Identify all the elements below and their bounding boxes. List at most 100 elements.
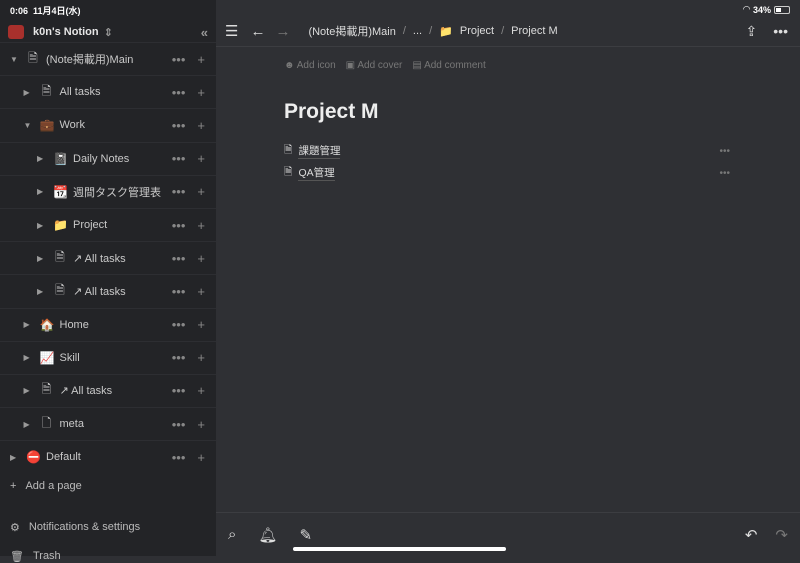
more-icon[interactable]: ••• [172, 251, 186, 266]
notebook-icon: 📓 [53, 151, 68, 166]
more-icon[interactable]: ••• [172, 151, 186, 166]
plus-icon[interactable]: + [197, 184, 205, 199]
toggle-arrow-icon[interactable]: ▶ [10, 453, 20, 462]
sidebar-item-label: ↗ All tasks [59, 385, 113, 398]
sidebar-item[interactable]: ▶ 📁 Project ••• + [0, 207, 216, 241]
chevron-updown-icon: ⇕ [103, 26, 113, 39]
sidebar-item-label: meta [59, 418, 84, 431]
sidebar-item[interactable]: ▶ 🏠 Home ••• + [0, 307, 216, 341]
more-icon[interactable]: ••• [172, 450, 186, 465]
toggle-arrow-icon[interactable]: ▶ [37, 154, 47, 163]
sidebar-item-label: All tasks [59, 86, 101, 99]
top-bar: ☰ ← → (Note掲載用)Main / ... / 📁 Project / Proj… [216, 16, 800, 47]
breadcrumb-ellipsis[interactable]: ... [413, 25, 422, 37]
more-icon[interactable]: ••• [172, 383, 186, 398]
search-icon[interactable]: ⌕ [228, 526, 236, 544]
more-icon[interactable]: ••• [719, 146, 730, 157]
compose-icon[interactable]: ✎ [299, 526, 312, 544]
folder-icon: 📁 [53, 218, 68, 233]
undo-icon[interactable]: ↶ [745, 526, 758, 544]
sidebar-item[interactable]: ▶ 🗎 All tasks ••• + [0, 75, 216, 108]
more-icon[interactable]: ••• [172, 417, 186, 432]
breadcrumb-main[interactable]: (Note掲載用)Main [308, 23, 395, 39]
sidebar-item[interactable]: ▶ ⛔ Default ••• + [0, 440, 216, 473]
plus-icon[interactable]: + [197, 383, 205, 398]
back-icon[interactable]: ← [250, 23, 265, 40]
plus-icon[interactable]: + [197, 85, 205, 100]
more-icon[interactable]: ••• [172, 350, 186, 365]
add-icon-label: Add icon [296, 60, 336, 71]
breadcrumb-current[interactable]: Project M [511, 25, 557, 37]
briefcase-icon: 💼 [39, 118, 55, 133]
plus-icon[interactable]: + [197, 417, 205, 432]
plus-icon[interactable]: + [197, 218, 205, 233]
toggle-arrow-icon[interactable]: ▶ [24, 386, 34, 395]
more-icon[interactable]: ••• [172, 85, 186, 100]
workspace-switcher[interactable]: k0n's Notion ⇕ « [8, 22, 208, 42]
subpage-link[interactable]: 🗎 課題管理 ••• [284, 140, 734, 162]
forward-icon[interactable]: → [275, 23, 290, 40]
more-icon[interactable]: ••• [719, 168, 730, 179]
toggle-arrow-icon[interactable]: ▶ [37, 287, 47, 296]
plus-icon[interactable]: + [197, 251, 205, 266]
breadcrumb-project[interactable]: Project [460, 25, 494, 37]
workspace-name: k0n's Notion [33, 26, 99, 38]
sidebar-item[interactable]: ▼ 🗎 (Note掲載用)Main ••• + [0, 42, 216, 75]
sidebar-item-label: ↗ All tasks [73, 252, 126, 265]
add-comment-label: Add comment [424, 60, 486, 71]
sidebar-item[interactable]: ▶ 🗎 ↗ All tasks ••• + [0, 274, 216, 307]
toggle-arrow-icon[interactable]: ▼ [10, 55, 20, 64]
more-icon[interactable]: ••• [172, 218, 186, 233]
page-title[interactable]: Project M [284, 100, 734, 124]
page-tree: ▼ 🗎 (Note掲載用)Main ••• + ▶ 🗎 All tasks ••• + ▼ 💼 Work… [0, 42, 216, 473]
trash-button[interactable]: 🗑 Trash [10, 550, 61, 563]
more-icon[interactable]: ••• [172, 284, 186, 299]
toggle-arrow-icon[interactable]: ▶ [37, 254, 47, 263]
redo-icon[interactable]: ↷ [775, 526, 788, 544]
chart-icon: 📈 [39, 350, 55, 365]
toggle-arrow-icon[interactable]: ▶ [37, 187, 47, 196]
notifications-settings-button[interactable]: ⚙ Notifications & settings [10, 521, 140, 534]
more-icon[interactable]: ••• [773, 23, 788, 40]
page-icon: 🗎 [41, 83, 52, 98]
sidebar-item[interactable]: ▶ 📈 Skill ••• + [0, 340, 216, 374]
gear-icon: ⚙ [10, 522, 20, 534]
no-entry-icon: ⛔ [26, 450, 41, 465]
add-page-button[interactable]: + Add a page [10, 480, 82, 492]
add-cover-button[interactable]: ▣ Add cover [346, 60, 403, 71]
sidebar-item[interactable]: ▶ 📆 週間タスク管理表 ••• + [0, 174, 216, 208]
menu-icon[interactable]: ☰ [225, 22, 238, 40]
collapse-sidebar-icon[interactable]: « [201, 25, 208, 40]
toggle-arrow-icon[interactable]: ▶ [24, 420, 34, 429]
sidebar-item[interactable]: ▶ 🗎 ↗ All tasks ••• + [0, 373, 216, 407]
house-icon: 🏠 [39, 317, 55, 332]
add-icon-button[interactable]: ☻ Add icon [284, 60, 336, 71]
share-icon[interactable]: ⇪ [746, 23, 758, 40]
plus-icon[interactable]: + [197, 284, 205, 299]
plus-icon[interactable]: + [197, 450, 205, 465]
more-icon[interactable]: ••• [172, 184, 186, 199]
plus-icon[interactable]: + [197, 52, 205, 67]
page-icon: 🗎 [41, 382, 52, 397]
toggle-arrow-icon[interactable]: ▶ [37, 221, 47, 230]
page-icon: 🗎 [55, 282, 65, 297]
more-icon[interactable]: ••• [172, 118, 186, 133]
plus-icon[interactable]: + [197, 151, 205, 166]
bell-icon[interactable]: 🔔︎ [258, 526, 277, 544]
sidebar-item[interactable]: ▶ 🗋 meta ••• + [0, 407, 216, 440]
toggle-arrow-icon[interactable]: ▶ [24, 88, 34, 97]
add-comment-button[interactable]: ▤ Add comment [412, 60, 485, 71]
plus-icon[interactable]: + [197, 118, 205, 133]
toggle-arrow-icon[interactable]: ▼ [24, 121, 34, 130]
breadcrumb: (Note掲載用)Main / ... / 📁 Project / Project M [308, 23, 558, 39]
more-icon[interactable]: ••• [172, 52, 186, 67]
plus-icon[interactable]: + [197, 317, 205, 332]
plus-icon[interactable]: + [197, 350, 205, 365]
more-icon[interactable]: ••• [172, 317, 186, 332]
toggle-arrow-icon[interactable]: ▶ [24, 353, 34, 362]
sidebar-item[interactable]: ▶ 📓 Daily Notes ••• + [0, 141, 216, 175]
subpage-link[interactable]: 🗎 QA管理 ••• [284, 162, 734, 184]
toggle-arrow-icon[interactable]: ▶ [24, 320, 34, 329]
sidebar-item[interactable]: ▶ 🗎 ↗ All tasks ••• + [0, 241, 216, 274]
sidebar-item[interactable]: ▼ 💼 Work ••• + [0, 108, 216, 141]
